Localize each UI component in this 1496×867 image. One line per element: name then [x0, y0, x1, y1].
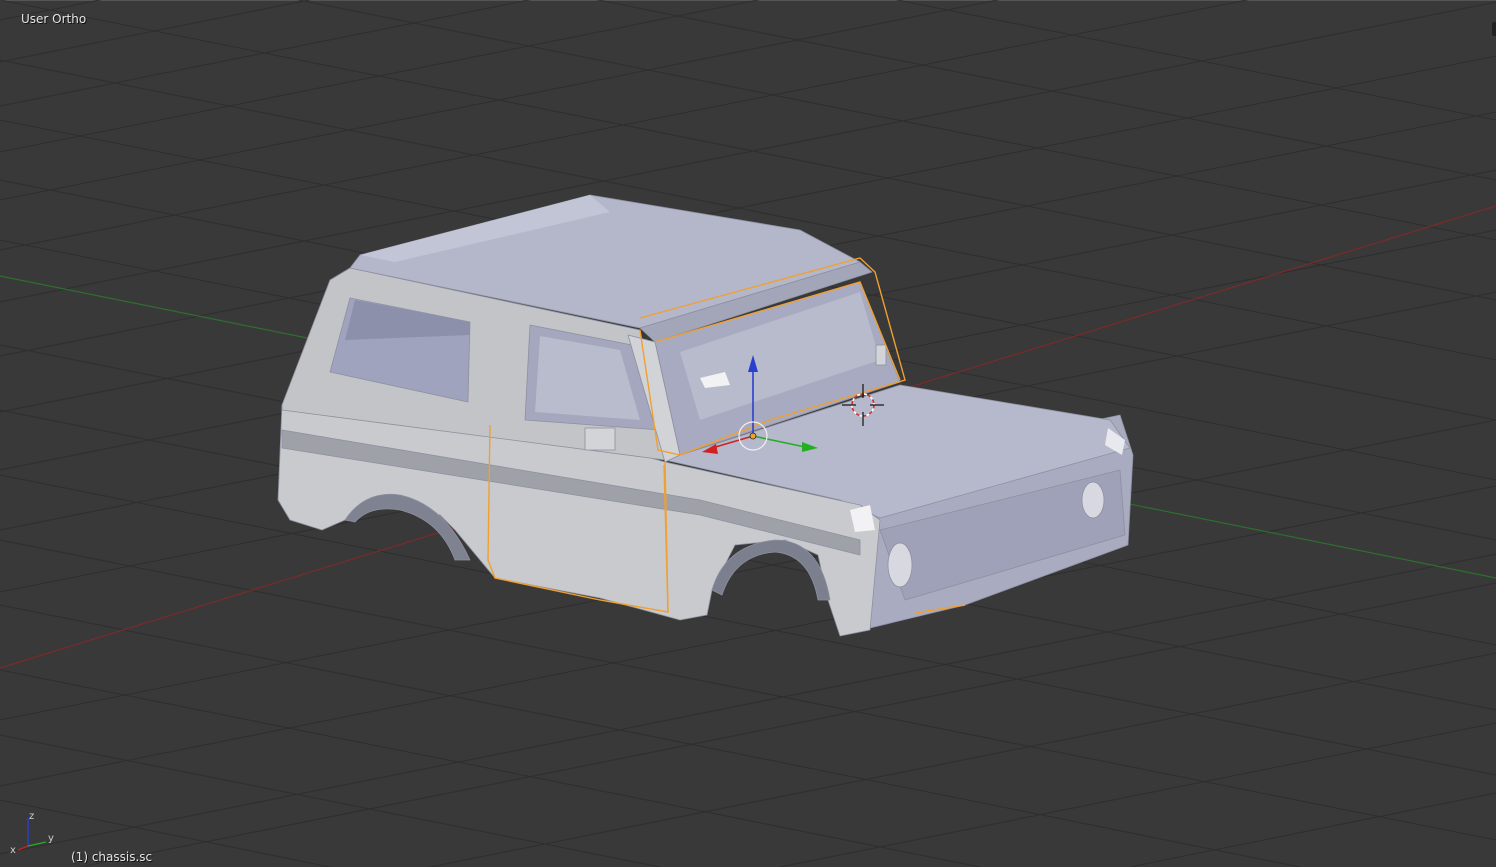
region-resize-handle[interactable]: [1492, 22, 1496, 36]
object-origin-icon: [749, 432, 757, 440]
axis-orientation-icon: z y x: [10, 811, 54, 856]
3d-viewport[interactable]: User Ortho (1) chassis.sc z y x: [0, 0, 1496, 867]
axis-z-letter: z: [29, 811, 34, 822]
scene-canvas[interactable]: [0, 0, 1496, 867]
axis-y-letter: y: [48, 833, 54, 844]
view-mode-label: User Ortho: [21, 12, 87, 26]
axis-x-letter: x: [10, 845, 16, 856]
active-object-label: (1) chassis.sc: [71, 850, 153, 864]
